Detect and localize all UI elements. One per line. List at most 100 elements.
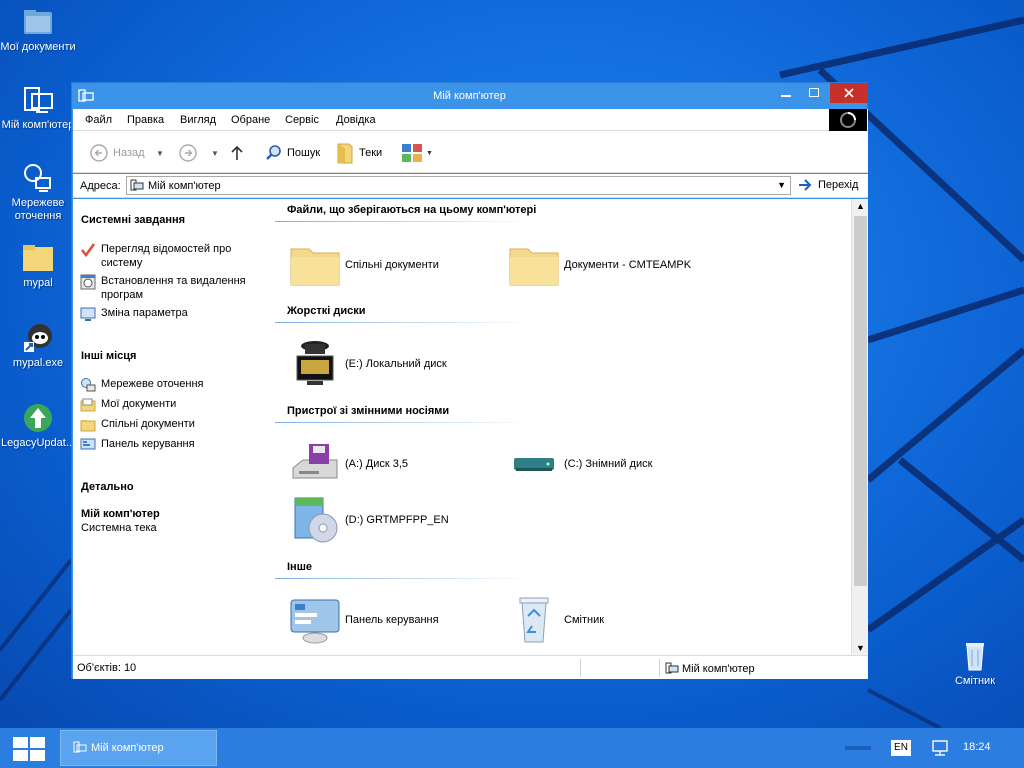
- install-programs-icon: [80, 274, 96, 290]
- back-history-dropdown[interactable]: ▼: [156, 143, 164, 163]
- place-network[interactable]: Мережеве оточення: [80, 377, 271, 393]
- item-label: (E:) Локальний диск: [345, 358, 447, 370]
- content-pane: Файли, що зберігаються на цьому комп'юте…: [275, 199, 851, 655]
- close-button[interactable]: [830, 83, 868, 103]
- language-indicator[interactable]: EN: [891, 740, 911, 756]
- local-disk-icon: [296, 341, 334, 385]
- task-add-remove-programs[interactable]: Встановлення та видалення програм: [80, 274, 271, 302]
- item-drive-e[interactable]: (E:) Локальний диск: [289, 338, 447, 390]
- status-bar: Об'єктів: 10 Мій комп'ютер: [73, 655, 868, 679]
- address-bar: Адреса: Мій комп'ютер ▼ Перехід: [73, 174, 868, 198]
- item-cmteampk-documents[interactable]: Документи - CMTEAMPK: [508, 239, 691, 291]
- throbber-icon: [840, 112, 856, 128]
- minimize-button[interactable]: [772, 83, 800, 103]
- menu-bar: Файл Правка Вигляд Обране Сервіс Довідка: [73, 109, 868, 131]
- item-drive-d[interactable]: (D:) GRTMPFPP_EN: [289, 494, 449, 546]
- status-location: Мій комп'ютер: [665, 662, 755, 676]
- folder-icon: [290, 248, 340, 286]
- menu-file[interactable]: Файл: [85, 114, 112, 126]
- forward-history-dropdown[interactable]: ▼: [211, 143, 219, 163]
- up-arrow-icon: [231, 145, 243, 160]
- maximize-button[interactable]: [800, 83, 828, 103]
- views-icon: [402, 144, 422, 162]
- task-pane: Системні завдання Перегляд відомостей пр…: [73, 199, 275, 655]
- status-separator: [580, 659, 581, 677]
- item-label: Смітник: [564, 614, 605, 626]
- item-label: (C:) Знімний диск: [564, 458, 653, 470]
- floppy-drive-icon: [292, 444, 338, 479]
- title-bar[interactable]: Мій комп'ютер: [72, 83, 868, 109]
- item-shared-documents[interactable]: Спільні документи: [289, 239, 439, 291]
- network-tray-icon[interactable]: [931, 739, 949, 757]
- folders-button[interactable]: Теки: [335, 143, 382, 164]
- control-panel-icon: [290, 599, 340, 644]
- desktop-icon-label: Мій комп'ютер: [1, 119, 75, 131]
- menu-view[interactable]: Вигляд: [180, 114, 216, 126]
- desktop-icon-label: mypal: [23, 277, 53, 289]
- task-view-system-info[interactable]: Перегляд відомостей про систему: [80, 242, 271, 270]
- vertical-scrollbar[interactable]: ▲ ▼: [851, 199, 868, 655]
- search-button[interactable]: Пошук: [265, 143, 320, 163]
- window-title: Мій комп'ютер: [433, 90, 506, 102]
- back-label: Назад: [113, 147, 145, 159]
- chevron-down-icon: ▼: [211, 148, 219, 158]
- item-control-panel[interactable]: Панель керування: [289, 594, 439, 646]
- item-recycle-bin[interactable]: Смітник: [508, 594, 604, 646]
- address-label: Адреса:: [80, 180, 121, 192]
- desktop-icon-mypal-folder[interactable]: mypal: [0, 242, 76, 290]
- computer-icon: [665, 662, 679, 674]
- taskbar-button-my-computer[interactable]: Мій комп'ютер: [60, 730, 217, 766]
- place-shared-documents[interactable]: Спільні документи: [80, 417, 271, 433]
- removable-disk-icon: [514, 458, 554, 471]
- details-type: Системна тека: [81, 522, 157, 534]
- address-value: Мій комп'ютер: [148, 180, 221, 192]
- network-icon: [81, 378, 96, 392]
- up-button[interactable]: [230, 143, 244, 163]
- task-label: Встановлення та видалення програм: [101, 275, 246, 301]
- clock[interactable]: 18:24: [963, 741, 991, 753]
- menu-favorites[interactable]: Обране: [231, 114, 270, 126]
- group-divider: [275, 322, 535, 323]
- item-label: (D:) GRTMPFPP_EN: [345, 514, 449, 526]
- scroll-down-icon[interactable]: ▼: [856, 643, 865, 653]
- details-name: Мій комп'ютер: [81, 508, 160, 520]
- mypal-app-icon: [24, 324, 52, 352]
- chevron-down-icon[interactable]: ▼: [777, 180, 786, 190]
- chevron-down-icon: ▼: [156, 148, 164, 158]
- status-location-label: Мій комп'ютер: [682, 663, 755, 675]
- computer-icon: [73, 741, 87, 753]
- go-button[interactable]: Перехід: [797, 178, 858, 192]
- place-control-panel[interactable]: Панель керування: [80, 437, 271, 453]
- desktop-icon-network[interactable]: Мережеве оточення: [0, 162, 76, 223]
- item-drive-c[interactable]: (C:) Знімний диск: [508, 438, 652, 490]
- back-button[interactable]: Назад: [89, 143, 145, 163]
- desktop-icon-legacyupdate[interactable]: LegacyUpdat...: [0, 402, 76, 450]
- item-drive-a[interactable]: (A:) Диск 3,5: [289, 438, 408, 490]
- recycle-bin-icon: [966, 643, 984, 671]
- scroll-thumb[interactable]: [854, 216, 867, 586]
- place-my-documents[interactable]: Мої документи: [80, 397, 271, 413]
- group-divider: [275, 422, 535, 423]
- update-globe-icon: [24, 404, 52, 432]
- go-arrow-icon: [799, 179, 812, 191]
- desktop-icon-mypal-exe[interactable]: mypal.exe: [0, 322, 76, 370]
- menu-edit[interactable]: Правка: [127, 114, 164, 126]
- forward-arrow-icon: [179, 144, 197, 162]
- windows-start-icon[interactable]: [12, 736, 46, 762]
- desktop-icon-my-documents[interactable]: Мої документи: [0, 6, 76, 54]
- search-icon: [266, 145, 281, 160]
- place-label: Мережеве оточення: [101, 378, 204, 390]
- item-label: Спільні документи: [345, 259, 439, 271]
- address-input[interactable]: Мій комп'ютер ▼: [126, 176, 791, 195]
- scroll-up-icon[interactable]: ▲: [856, 201, 865, 211]
- menu-tools[interactable]: Сервіс: [285, 114, 319, 126]
- desktop-icon-recycle-bin[interactable]: Смітник: [937, 640, 1013, 688]
- status-separator: [659, 659, 660, 677]
- menu-help[interactable]: Довідка: [336, 114, 376, 126]
- views-button[interactable]: ▼: [401, 143, 433, 163]
- tray-overflow-icon[interactable]: [845, 746, 871, 750]
- desktop-icon-my-computer[interactable]: Мій комп'ютер: [0, 84, 76, 132]
- task-change-setting[interactable]: Зміна параметра: [80, 306, 271, 322]
- folder-icon: [80, 420, 96, 432]
- forward-button[interactable]: [178, 143, 198, 163]
